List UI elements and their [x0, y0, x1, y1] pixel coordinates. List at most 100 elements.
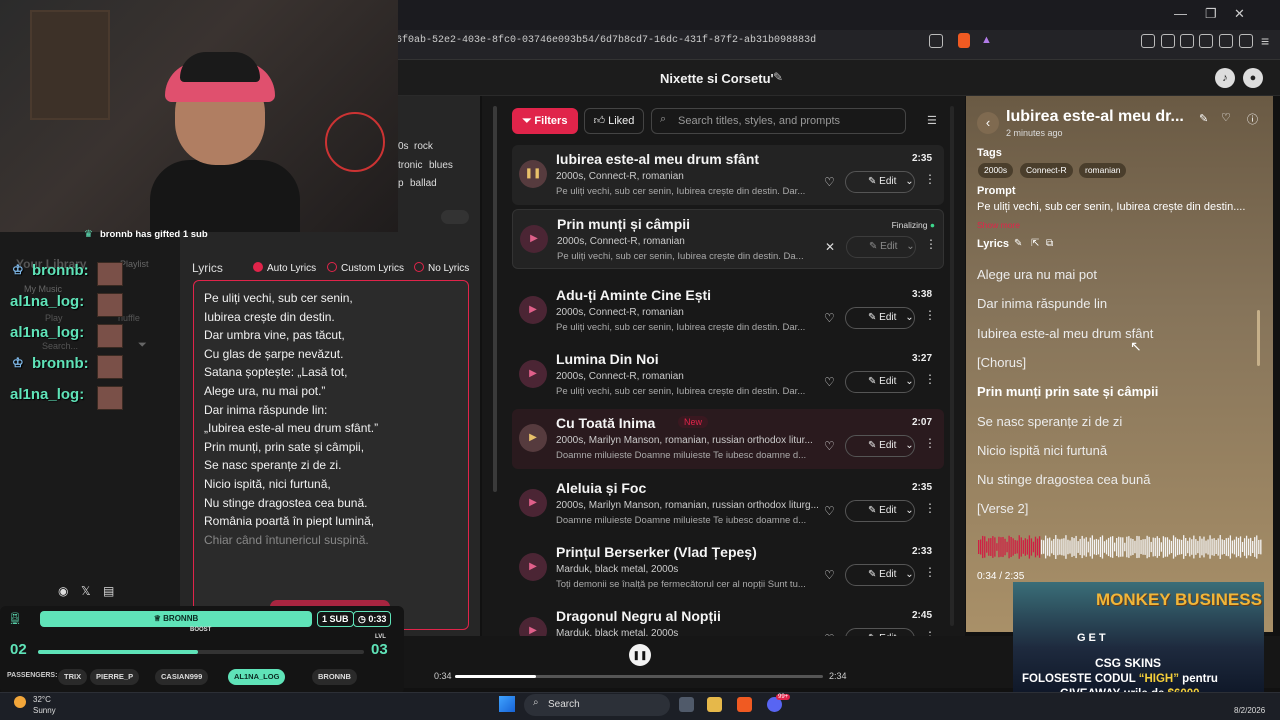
expand-icon[interactable]: ⇱	[1031, 238, 1039, 249]
lyrics-scrollbar[interactable]	[1257, 310, 1260, 366]
edit-button[interactable]: ✎ Edit ⌄	[845, 435, 915, 457]
toggle-switch[interactable]	[441, 210, 469, 224]
heart-icon[interactable]: ♡	[824, 439, 835, 453]
genre-chip[interactable]: p	[398, 178, 404, 189]
leo-icon[interactable]	[1219, 34, 1233, 48]
chevron-down-icon[interactable]: ⌄	[905, 440, 913, 451]
chevron-down-icon[interactable]: ⌄	[905, 569, 913, 580]
copy-icon[interactable]: ⧉	[1046, 238, 1053, 249]
more-icon[interactable]: ⋮	[924, 172, 936, 186]
edit-button[interactable]: ✎ Edit ⌄	[845, 307, 915, 329]
url-text[interactable]: 6f0ab-52e2-403e-8fc0-03746e093b54/6d7b8c…	[396, 35, 816, 46]
genre-chip[interactable]: tronic	[398, 160, 422, 171]
song-title[interactable]: Aleluia și Foc	[556, 480, 646, 496]
bell-icon[interactable]: ♪	[1215, 68, 1235, 88]
vpn-icon[interactable]	[1239, 34, 1253, 48]
edit-button[interactable]: ✎ Edit ⌄	[846, 236, 916, 258]
show-more-link[interactable]: Show more	[977, 220, 1020, 230]
library-search[interactable]: Search...	[42, 341, 78, 351]
wallet-icon[interactable]	[1199, 34, 1213, 48]
heart-icon[interactable]: ♡	[824, 504, 835, 518]
more-icon[interactable]: ⋮	[924, 372, 936, 386]
play-button[interactable]: ▶	[519, 424, 547, 452]
taskbar-date[interactable]: 8/2/2026	[1234, 706, 1265, 715]
more-icon[interactable]: ⋮	[924, 436, 936, 450]
doc-icon[interactable]: ▤	[103, 584, 114, 598]
back-icon[interactable]: ‹	[977, 112, 999, 134]
more-icon[interactable]: ⋮	[924, 565, 936, 579]
song-title[interactable]: Dragonul Negru al Nopții	[556, 608, 721, 624]
song-row[interactable]: ▶ Lumina Din Noi 2000s, Connect-R, romania…	[512, 345, 944, 405]
task-view-icon[interactable]	[679, 697, 694, 712]
song-row[interactable]: ▶ Prin munți și câmpii 2000s, Connect-R, r…	[512, 209, 944, 269]
minimize-icon[interactable]: —	[1174, 6, 1187, 21]
user-icon[interactable]: ●	[1243, 68, 1263, 88]
song-row[interactable]: ▶ Cu Toată Inima 2000s, Marilyn Manson, ro…	[512, 409, 944, 469]
song-row[interactable]: ▶ Aleluia și Foc 2000s, Marilyn Manson, ro…	[512, 474, 944, 534]
close-icon[interactable]: ✕	[1234, 6, 1245, 22]
genre-chip[interactable]: ballad	[410, 178, 437, 189]
play-button[interactable]: ▶	[519, 553, 547, 581]
start-icon[interactable]	[499, 696, 515, 712]
playlist-tab[interactable]: Playlist	[120, 259, 149, 269]
tag-chip[interactable]: romanian	[1079, 163, 1127, 178]
menu-icon[interactable]: ≡	[1261, 33, 1269, 49]
weather-temp[interactable]: 32°C	[33, 695, 51, 704]
pencil-icon[interactable]: ✎	[1014, 238, 1022, 249]
restore-icon[interactable]: ❐	[1205, 6, 1217, 22]
play-button[interactable]: ▶	[519, 489, 547, 517]
play-button[interactable]: ▶	[520, 225, 548, 253]
song-row[interactable]: ❚❚ Iubirea este-al meu drum sfânt 2000s, C…	[512, 145, 944, 205]
genre-chip[interactable]: 0s	[398, 141, 409, 152]
genre-chip[interactable]: blues	[429, 160, 453, 171]
liked-button[interactable]: 👍︎ Liked	[584, 108, 644, 134]
heart-icon[interactable]: ♡	[824, 568, 835, 582]
lyrics-textarea[interactable]: Pe uliți vechi, sub cer senin, Iubirea c…	[193, 280, 469, 630]
taskbar-search[interactable]: Search	[524, 694, 670, 716]
discord-icon[interactable]: ◉	[58, 584, 68, 598]
more-icon[interactable]: ⋮	[925, 237, 937, 251]
pause-button[interactable]: ❚❚	[629, 644, 651, 666]
song-title[interactable]: Lumina Din Noi	[556, 351, 659, 367]
song-title[interactable]: Prin munți și câmpii	[557, 216, 690, 232]
play-all-button[interactable]: Play	[45, 313, 63, 323]
edit-button[interactable]: ✎ Edit ⌄	[845, 371, 915, 393]
play-button[interactable]: ▶	[519, 360, 547, 388]
song-title[interactable]: Cu Toată Inima	[556, 415, 655, 431]
song-row[interactable]: ▶ Adu-ți Aminte Cine Ești 2000s, Connect-R…	[512, 281, 944, 341]
more-icon[interactable]: ⋮	[924, 308, 936, 322]
sidebar-icon[interactable]	[1180, 34, 1194, 48]
brave-icon[interactable]	[737, 697, 752, 712]
song-title[interactable]: Prințul Berserker (Vlad Țepeș)	[556, 544, 757, 560]
scrollbar[interactable]	[493, 106, 497, 492]
info-icon[interactable]: ⓘ	[1247, 111, 1258, 127]
waveform[interactable]	[978, 532, 1262, 562]
brave-shield-icon[interactable]	[958, 33, 970, 48]
x-icon[interactable]: 𝕏	[81, 584, 91, 598]
music-icon[interactable]	[1161, 34, 1175, 48]
filters-button[interactable]: ⏷ Filters	[512, 108, 578, 134]
file-explorer-icon[interactable]	[707, 697, 722, 712]
heart-icon[interactable]: ♡	[824, 175, 835, 189]
more-icon[interactable]: ⋮	[924, 501, 936, 515]
cancel-icon[interactable]: ✕	[825, 240, 835, 254]
pencil-icon[interactable]: ✎	[773, 70, 783, 84]
weather-condition[interactable]: Sunny	[33, 706, 56, 715]
song-search-input[interactable]: Search titles, styles, and prompts	[651, 108, 906, 134]
no-lyrics-radio[interactable]: No Lyrics	[414, 262, 469, 274]
heart-icon[interactable]: ♡	[1221, 111, 1231, 124]
extensions-icon[interactable]	[1141, 34, 1155, 48]
heart-icon[interactable]: ♡	[824, 311, 835, 325]
tag-chip[interactable]: Connect-R	[1020, 163, 1073, 178]
chevron-down-icon[interactable]: ⌄	[905, 176, 913, 187]
song-title[interactable]: Iubirea este-al meu drum sfânt	[556, 151, 759, 167]
screen-icon[interactable]	[929, 34, 943, 48]
edit-button[interactable]: ✎ Edit ⌄	[845, 564, 915, 586]
pause-button[interactable]: ❚❚	[519, 160, 547, 188]
song-title[interactable]: Adu-ți Aminte Cine Ești	[556, 287, 711, 303]
triangle-icon[interactable]: ▲	[981, 34, 992, 46]
chevron-down-icon[interactable]: ⌄	[905, 505, 913, 516]
chevron-down-icon[interactable]: ⌄	[906, 241, 914, 252]
chevron-down-icon[interactable]: ⌄	[905, 376, 913, 387]
weather-icon[interactable]	[14, 696, 26, 708]
